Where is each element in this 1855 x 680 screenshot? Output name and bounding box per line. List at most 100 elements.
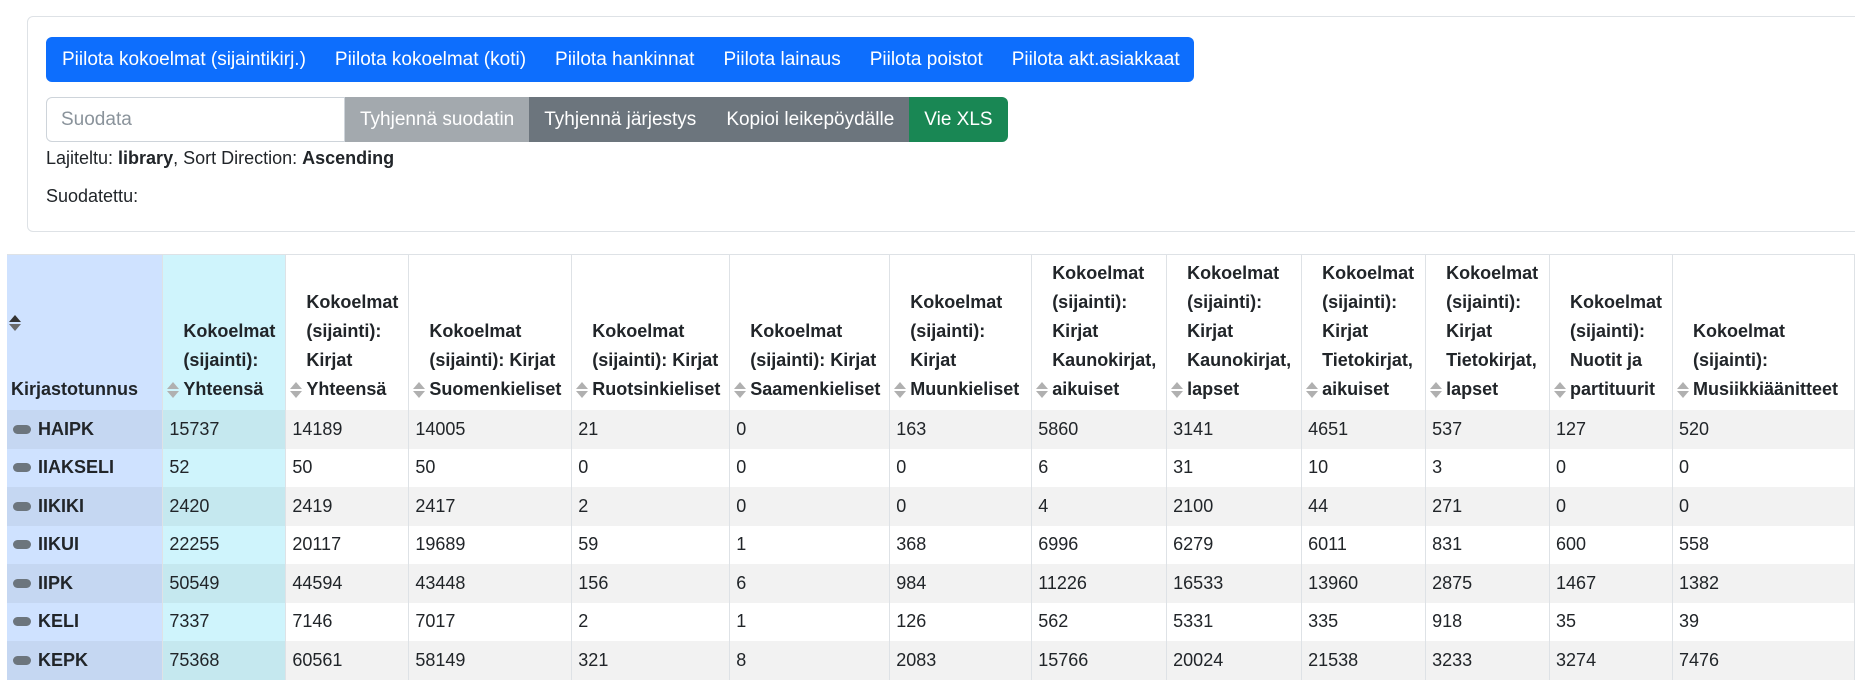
sort-arrows-icon[interactable] [1171,382,1185,398]
column-header-label: Kokoelmat (sijainti): Kirjat Tietokirjat… [1322,263,1415,399]
column-header-2[interactable]: Kokoelmat (sijainti): Kirjat Yhteensä [285,255,410,410]
table-cell: 20024 [1166,641,1303,680]
table-cell: 21538 [1301,641,1427,680]
column-header-content: Kokoelmat (sijainti): Nuotit ja partituu… [1554,288,1668,404]
cell-value: 59 [578,534,599,555]
cell-value: 0 [896,457,907,478]
sort-arrows-icon[interactable] [1036,382,1050,398]
sort-arrows-icon[interactable] [1677,382,1691,398]
clear-sort-button[interactable]: Tyhjennä järjestys [529,97,712,142]
column-header-label: Kokoelmat (sijainti): Kirjat Saamenkieli… [750,321,881,399]
export-xls-button[interactable]: Vie XLS [909,97,1008,142]
hide-collections-location-button[interactable]: Piilota kokoelmat (sijaintikirj.) [46,37,320,82]
sort-arrows-icon[interactable] [894,382,908,398]
cell-value: 31 [1173,457,1194,478]
row-toggle-icon[interactable] [13,540,31,549]
sort-field: library [118,148,174,168]
column-header-10[interactable]: Kokoelmat (sijainti): Kirjat Tietokirjat… [1425,255,1551,410]
hide-loans-button[interactable]: Piilota lainaus [709,37,855,82]
column-header-content: Kokoelmat (sijainti): Kirjat Suomenkieli… [413,317,567,404]
library-code-cell: IIPK [7,564,164,603]
column-header-0[interactable]: Kirjastotunnus [7,255,164,410]
table-cell: 3 [1425,448,1551,487]
column-header-1[interactable]: Kokoelmat (sijainti): Yhteensä [162,255,287,410]
row-toggle-icon[interactable] [13,617,31,626]
cell-value: 831 [1432,534,1463,555]
cell-value: 14189 [292,418,343,439]
column-header-content: Kokoelmat (sijainti): Kirjat Tietokirjat… [1430,259,1545,404]
table-cell: 6279 [1166,525,1303,564]
sort-arrows-icon[interactable] [9,315,23,331]
sort-arrows-icon[interactable] [576,382,590,398]
cell-value: 3274 [1556,649,1597,670]
table-cell: 984 [889,564,1033,603]
table-cell: 21 [571,410,731,449]
cell-value: 10 [1308,457,1329,478]
row-toggle-icon[interactable] [13,578,31,588]
table-body: HAIPK 15737 14189 14005 21 0 163 5860 3141 4651 53… [7,410,1855,680]
column-header-3[interactable]: Kokoelmat (sijainti): Kirjat Suomenkieli… [408,255,573,410]
sort-arrows-icon[interactable] [1430,382,1444,398]
cell-value: 1 [736,534,747,555]
row-toggle-icon[interactable] [13,424,31,434]
library-code-cell: HAIPK [7,410,164,449]
filter-status: Suodatettu: [46,186,139,206]
hide-withdrawals-button[interactable]: Piilota poistot [855,37,997,82]
cell-value: 6279 [1173,534,1214,555]
cell-value: 20117 [292,534,342,555]
column-header-content: Kokoelmat (sijainti): Kirjat Saamenkieli… [734,317,885,404]
column-header-12[interactable]: Kokoelmat (sijainti): Musiikkiäänitteet [1672,255,1855,410]
library-code: KELI [38,611,80,632]
sort-arrows-icon[interactable] [734,382,748,398]
column-header-9[interactable]: Kokoelmat (sijainti): Kirjat Tietokirjat… [1301,255,1427,410]
column-header-6[interactable]: Kokoelmat (sijainti): Kirjat Muunkielise… [889,255,1033,410]
table-cell: 0 [1672,487,1855,526]
sort-arrows-icon[interactable] [1306,382,1320,398]
hide-active-customers-button[interactable]: Piilota akt.asiakkaat [997,37,1194,82]
cell-value: 7017 [415,611,456,632]
cell-value: 127 [1556,418,1587,439]
cell-value: 600 [1556,534,1587,555]
table-cell: 1382 [1672,564,1855,603]
column-header-8[interactable]: Kokoelmat (sijainti): Kirjat Kaunokirjat… [1166,255,1303,410]
cell-value: 50549 [169,572,220,593]
sort-arrows-icon[interactable] [167,382,181,398]
sort-arrows-icon[interactable] [290,382,304,398]
sort-arrows-icon[interactable] [1554,382,1568,398]
library-code-cell: IIKIKI [7,487,164,526]
clear-filter-button[interactable]: Tyhjennä suodatin [345,97,530,142]
column-header-11[interactable]: Kokoelmat (sijainti): Nuotit ja partituu… [1549,255,1673,410]
copy-to-clipboard-button[interactable]: Kopioi leikepöydälle [711,97,910,142]
hide-collections-home-button[interactable]: Piilota kokoelmat (koti) [320,37,540,82]
filter-input[interactable] [46,97,345,142]
cell-value: 0 [896,495,907,516]
column-header-content: Kokoelmat (sijainti): Kirjat Muunkielise… [894,288,1027,404]
cell-value: 0 [1679,457,1690,478]
cell-value: 20024 [1173,649,1224,670]
table-cell: 126 [889,602,1033,641]
column-header-4[interactable]: Kokoelmat (sijainti): Kirjat Ruotsinkiel… [571,255,731,410]
table-cell: 15737 [162,410,287,449]
cell-value: 21 [578,418,599,439]
library-code: KEPK [38,649,89,670]
cell-value: 6996 [1038,534,1079,555]
table-cell: 50 [408,448,573,487]
table-cell: 44 [1301,487,1427,526]
cell-value: 520 [1679,418,1710,439]
row-toggle-icon[interactable] [13,463,31,472]
sort-arrows-icon[interactable] [413,382,427,398]
row-toggle-icon[interactable] [13,501,31,511]
hide-acquisitions-button[interactable]: Piilota hankinnat [541,37,709,82]
row-toggle-icon[interactable] [13,655,31,665]
table-cell: 163 [889,410,1033,449]
library-code: IIKIKI [38,495,85,516]
cell-value: 4651 [1308,418,1349,439]
table-row: KELI 7337 7146 7017 2 1 126 562 5331 335 918 35 39 [7,602,1855,641]
cell-value: 0 [1556,457,1567,478]
table-cell: 2083 [889,641,1033,680]
cell-value: 0 [1679,495,1690,516]
column-header-5[interactable]: Kokoelmat (sijainti): Kirjat Saamenkieli… [729,255,891,410]
table-cell: 60561 [285,641,410,680]
table-cell: 2417 [408,487,573,526]
column-header-7[interactable]: Kokoelmat (sijainti): Kirjat Kaunokirjat… [1031,255,1168,410]
